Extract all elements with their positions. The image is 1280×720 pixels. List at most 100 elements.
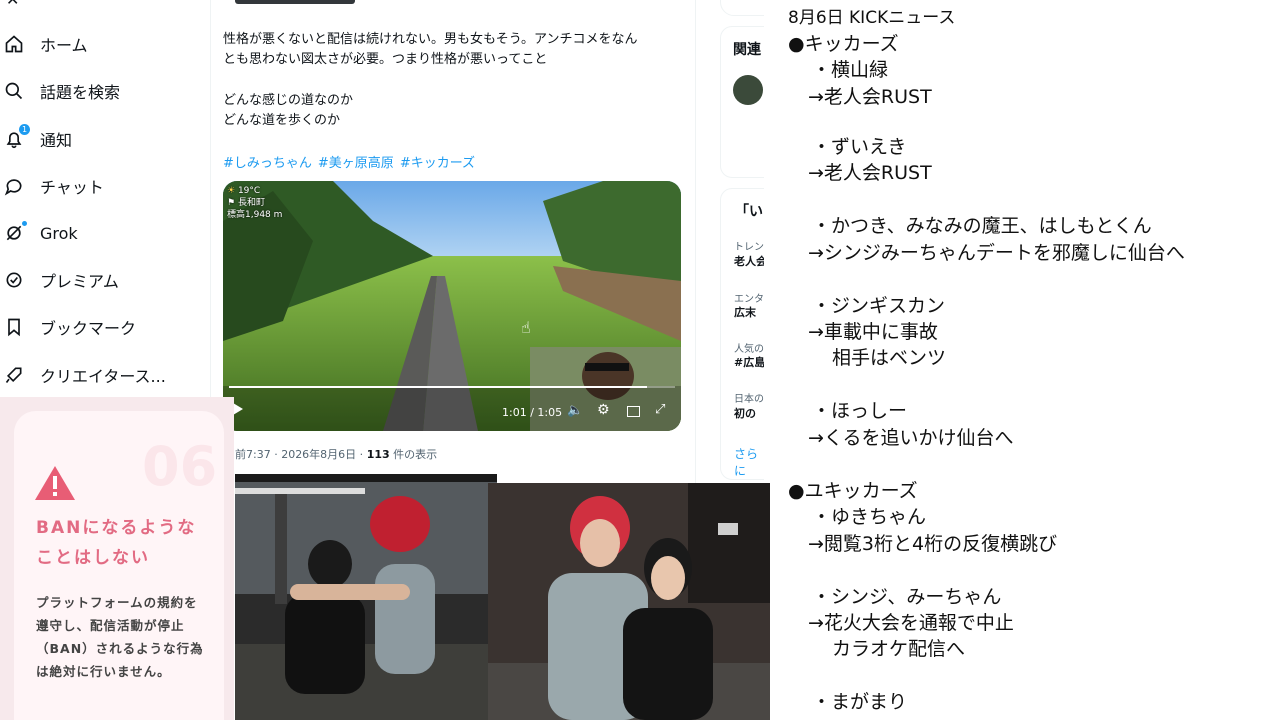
- chat-icon: [4, 176, 24, 196]
- tweet-text-line: 性格が悪くないと配信は続けれない。男も女もそう。アンチコメをなん: [223, 32, 638, 47]
- news-detail: →車載中に事故: [808, 321, 938, 343]
- trend-name[interactable]: 老人会: [734, 253, 766, 269]
- sun-icon: ☀: [227, 186, 236, 196]
- sidebar-item-chat[interactable]: チャット: [4, 171, 104, 201]
- tweet-text-line: どんな道を歩くのか: [223, 113, 341, 128]
- sidebar-item-grok[interactable]: Grok: [4, 218, 78, 248]
- news-detail: 相手はベンツ: [832, 347, 947, 369]
- cursor-icon: ☝: [521, 318, 531, 337]
- news-item: ・かつき、みなみの魔王、はしもとくん: [812, 215, 1152, 237]
- sidebar-item-label: クリエイタース...: [40, 367, 166, 386]
- sidebar-item-bookmarks[interactable]: ブックマーク: [4, 312, 136, 342]
- news-detail: →シンジみーちゃんデートを邪魔しに仙台へ: [808, 242, 1185, 264]
- tweet-text-line: とも思わない図太さが必要。つまり性格が悪いってこと: [223, 52, 548, 67]
- stream-photo-left: [235, 474, 497, 720]
- stream-photo-right: [488, 483, 770, 720]
- play-icon[interactable]: [233, 403, 243, 415]
- trends-card: 「い: [720, 188, 766, 480]
- tweet-meta: 前7:37 · 2026年8月6日 · 113 件の表示: [235, 446, 437, 462]
- news-item: ・横山緑: [812, 59, 889, 81]
- sidebar-item-notifications[interactable]: 1 通知: [4, 124, 72, 154]
- trend-name[interactable]: 初の: [734, 405, 756, 421]
- ban-title-line: ことはしない: [36, 548, 150, 568]
- trend-category: 人気の: [734, 344, 764, 355]
- news-section-heading: ●ユキッカーズ: [788, 480, 918, 502]
- fullscreen-icon[interactable]: ⤢: [655, 402, 665, 417]
- trends-title: 「い: [735, 204, 763, 220]
- premium-icon: [4, 270, 24, 290]
- video-location: 長和町: [237, 198, 265, 208]
- sidebar-item-label: 通知: [40, 131, 73, 150]
- news-item: ・ほっしー: [812, 400, 908, 422]
- news-detail: →閲覧3桁と4桁の反復横跳び: [808, 533, 1058, 555]
- hashtag-list: #しみっちゃん #美ヶ原高原 #キッカーズ: [223, 152, 481, 171]
- weather-overlay: ☀ 19°C ⚑ 長和町 標高1,948 m: [227, 185, 282, 221]
- avatar[interactable]: [733, 75, 763, 105]
- video-progress-fill: [229, 386, 648, 388]
- ban-body: プラットフォームの規約を遵守し、配信活動が停止（BAN）されるような行為は絶対に…: [36, 595, 204, 679]
- hashtag-link[interactable]: #キッカーズ: [400, 156, 475, 171]
- news-item: ・シンジ、みーちゃん: [812, 586, 1002, 608]
- news-detail: カラオケ配信へ: [832, 638, 966, 660]
- photo-right-image: [488, 483, 770, 720]
- search-icon: [4, 81, 24, 101]
- news-detail: →くるを追いかけ仙台へ: [808, 427, 1014, 449]
- trend-category: 日本の: [734, 394, 764, 405]
- video-frame: [223, 181, 681, 431]
- trend-name[interactable]: #広島: [734, 354, 765, 370]
- pip-icon[interactable]: [627, 406, 640, 417]
- show-more-link[interactable]: さらに: [734, 445, 766, 479]
- grok-dot: [22, 221, 27, 226]
- notification-badge: 1: [19, 124, 30, 135]
- news-item: ・まがまり: [812, 691, 908, 713]
- grok-icon: [4, 221, 27, 243]
- volume-icon[interactable]: 🔈: [567, 403, 583, 418]
- pin-icon: ⚑: [227, 198, 236, 208]
- sidebar-item-label: 話題を検索: [40, 83, 121, 102]
- video-progress-track[interactable]: [229, 386, 675, 388]
- hashtag-link[interactable]: #美ヶ原高原: [318, 156, 394, 171]
- related-card: 関連: [720, 26, 766, 178]
- warning-icon: [34, 465, 76, 505]
- header-remnant: [235, 0, 355, 4]
- rule-number: 06: [142, 435, 218, 498]
- ban-rule-card: 06 BANになるような ことはしない プラットフォームの規約を遵守し、配信活動…: [0, 397, 234, 720]
- news-detail: →老人会RUST: [808, 86, 932, 108]
- trend-name[interactable]: 広末: [734, 304, 756, 320]
- x-logo-icon[interactable]: ✕: [6, 0, 19, 9]
- news-detail: →老人会RUST: [808, 162, 932, 184]
- ban-title: BANになるような ことはしない: [36, 513, 196, 573]
- news-item: ・ジンギスカン: [812, 295, 946, 317]
- sidebar-item-label: ブックマーク: [40, 319, 137, 338]
- news-item: ・ゆきちゃん: [812, 506, 927, 528]
- photo-left-image: [235, 474, 497, 720]
- search-box[interactable]: [720, 0, 766, 16]
- sidebar-item-label: チャット: [40, 178, 104, 197]
- news-section-heading: ●キッカーズ: [788, 33, 899, 55]
- rocket-icon: [4, 365, 24, 385]
- tweet-timestamp: 前7:37 · 2026年8月6日 ·: [235, 448, 367, 461]
- bookmark-icon: [4, 317, 24, 337]
- kick-news-panel: 8月6日 KICKニュース ●キッカーズ ・横山緑 →老人会RUST ・ずいえき…: [764, 0, 1280, 720]
- trend-category: エンタ: [734, 294, 764, 305]
- video-player[interactable]: ☀ 19°C ⚑ 長和町 標高1,948 m ☝ 1:01 / 1:05 🔈 ⚙…: [223, 181, 681, 431]
- sidebar-item-explore[interactable]: 話題を検索: [4, 76, 120, 106]
- video-temp: 19°C: [237, 186, 261, 196]
- settings-icon[interactable]: ⚙: [597, 402, 610, 418]
- hashtag-link[interactable]: #しみっちゃん: [223, 156, 312, 171]
- views-count: 113: [366, 448, 390, 461]
- sidebar-item-premium[interactable]: プレミアム: [4, 265, 119, 295]
- bell-icon: 1: [4, 124, 30, 149]
- sidebar-item-label: Grok: [40, 223, 78, 243]
- tweet-text-line: どんな感じの道なのか: [223, 93, 354, 108]
- ban-title-line: BANになるような: [36, 518, 197, 538]
- sidebar-item-home[interactable]: ホーム: [4, 29, 88, 59]
- sidebar-item-label: ホーム: [40, 36, 88, 55]
- views-label: 件の表示: [389, 448, 438, 461]
- news-detail: →花火大会を通報で中止: [808, 612, 1014, 634]
- trend-category: トレン: [734, 242, 764, 253]
- news-item: ・ずいえき: [812, 136, 907, 158]
- video-time: 1:01 / 1:05: [502, 406, 563, 419]
- sidebar-item-creator-studio[interactable]: クリエイタース...: [4, 360, 166, 390]
- sidebar-item-label: プレミアム: [40, 272, 119, 291]
